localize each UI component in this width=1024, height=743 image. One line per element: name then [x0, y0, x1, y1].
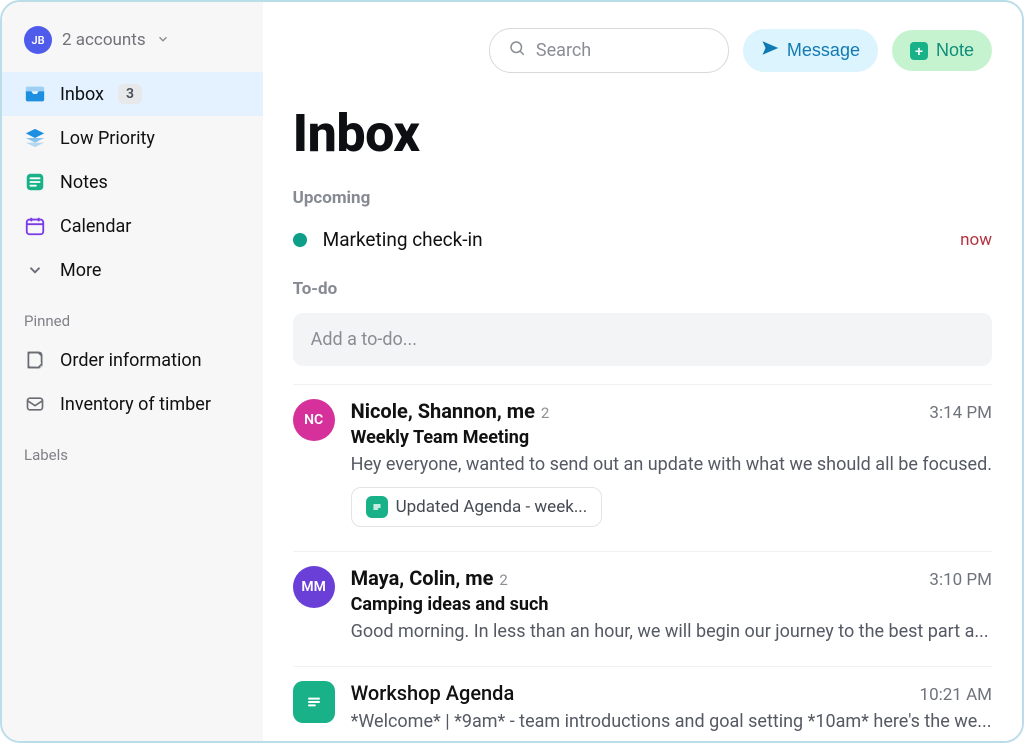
attachment-label: Updated Agenda - week... [396, 497, 588, 517]
todo-label: To-do [293, 279, 992, 299]
sidebar-item-label: Notes [60, 172, 108, 193]
main: Search Message + Note Inbox Upcoming Mar… [263, 2, 1022, 741]
sidebar-item-notes[interactable]: Notes [2, 160, 263, 204]
send-icon [761, 39, 779, 62]
upcoming-event[interactable]: Marketing check-in now [293, 222, 992, 273]
thread-preview: *Welcome* | *9am* - team introductions a… [351, 711, 992, 732]
sidebar-item-calendar[interactable]: Calendar [2, 204, 263, 248]
note-button[interactable]: + Note [892, 30, 992, 71]
sidebar-item-low-priority[interactable]: Low Priority [2, 116, 263, 160]
account-switcher[interactable]: JB 2 accounts [2, 16, 263, 72]
note-icon [24, 349, 46, 371]
pinned-item-order-information[interactable]: Order information [2, 338, 263, 382]
event-dot-icon [293, 233, 307, 247]
search-icon [508, 39, 526, 62]
message-button-label: Message [787, 40, 860, 61]
thread-subject: Weekly Team Meeting [351, 427, 992, 448]
app-window: JB 2 accounts Inbox 3 Low Priority Notes [0, 0, 1024, 743]
plus-icon: + [910, 42, 928, 60]
thread-body: Workshop Agenda 10:21 AM *Welcome* | *9a… [351, 681, 992, 732]
stack-icon [24, 127, 46, 149]
thread-avatar: NC [293, 399, 335, 441]
thread-preview: Good morning. In less than an hour, we w… [351, 621, 992, 642]
note-icon [366, 496, 388, 518]
inbox-count-badge: 3 [118, 84, 142, 104]
page-title: Inbox [293, 103, 992, 164]
avatar: JB [24, 26, 52, 54]
thread-subject: Camping ideas and such [351, 594, 992, 615]
thread-participants: Workshop Agenda [351, 681, 515, 705]
thread-participants: Nicole, Shannon, me [351, 399, 535, 423]
sidebar-item-label: Low Priority [60, 128, 155, 149]
pinned-section-label: Pinned [2, 292, 263, 338]
pinned-item-label: Inventory of timber [60, 394, 211, 415]
thread-item[interactable]: MM Maya, Colin, me 2 3:10 PM Camping ide… [293, 551, 992, 666]
sidebar-item-inbox[interactable]: Inbox 3 [2, 72, 263, 116]
thread-count: 2 [499, 571, 507, 589]
content: Inbox Upcoming Marketing check-in now To… [263, 73, 1022, 741]
thread-time: 3:14 PM [929, 403, 992, 423]
message-button[interactable]: Message [743, 29, 878, 72]
inbox-icon [24, 83, 46, 105]
thread-preview: Hey everyone, wanted to send out an upda… [351, 454, 992, 475]
thread-avatar: MM [293, 566, 335, 608]
accounts-label: 2 accounts [62, 30, 146, 50]
search-input[interactable]: Search [489, 28, 729, 73]
thread-body: Nicole, Shannon, me 2 3:14 PM Weekly Tea… [351, 399, 992, 527]
todo-placeholder: Add a to-do... [311, 329, 417, 350]
thread-body: Maya, Colin, me 2 3:10 PM Camping ideas … [351, 566, 992, 642]
sidebar: JB 2 accounts Inbox 3 Low Priority Notes [2, 2, 263, 741]
chevron-down-icon [24, 259, 46, 281]
thread-time: 10:21 AM [920, 685, 992, 705]
sidebar-item-label: Inbox [60, 84, 104, 105]
upcoming-event-title: Marketing check-in [323, 228, 961, 251]
pinned-item-inventory-of-timber[interactable]: Inventory of timber [2, 382, 263, 426]
sidebar-item-more[interactable]: More [2, 248, 263, 292]
thread-time: 3:10 PM [929, 570, 992, 590]
calendar-icon [24, 215, 46, 237]
note-button-label: Note [936, 40, 974, 61]
thread-item[interactable]: Workshop Agenda 10:21 AM *Welcome* | *9a… [293, 666, 992, 741]
thread-count: 2 [541, 404, 549, 422]
thread-item[interactable]: NC Nicole, Shannon, me 2 3:14 PM Weekly … [293, 384, 992, 551]
labels-section-label: Labels [2, 426, 263, 472]
sidebar-item-label: More [60, 260, 101, 281]
upcoming-label: Upcoming [293, 188, 992, 208]
notes-icon [24, 171, 46, 193]
upcoming-event-time: now [960, 230, 992, 250]
chevron-down-icon [156, 31, 170, 50]
thread-avatar [293, 681, 335, 723]
todo-input[interactable]: Add a to-do... [293, 313, 992, 366]
topbar: Search Message + Note [263, 2, 1022, 73]
thread-participants: Maya, Colin, me [351, 566, 494, 590]
sidebar-item-label: Calendar [60, 216, 131, 237]
mail-icon [24, 393, 46, 415]
pinned-item-label: Order information [60, 350, 202, 371]
search-placeholder: Search [536, 40, 591, 61]
attachment-chip[interactable]: Updated Agenda - week... [351, 487, 603, 527]
